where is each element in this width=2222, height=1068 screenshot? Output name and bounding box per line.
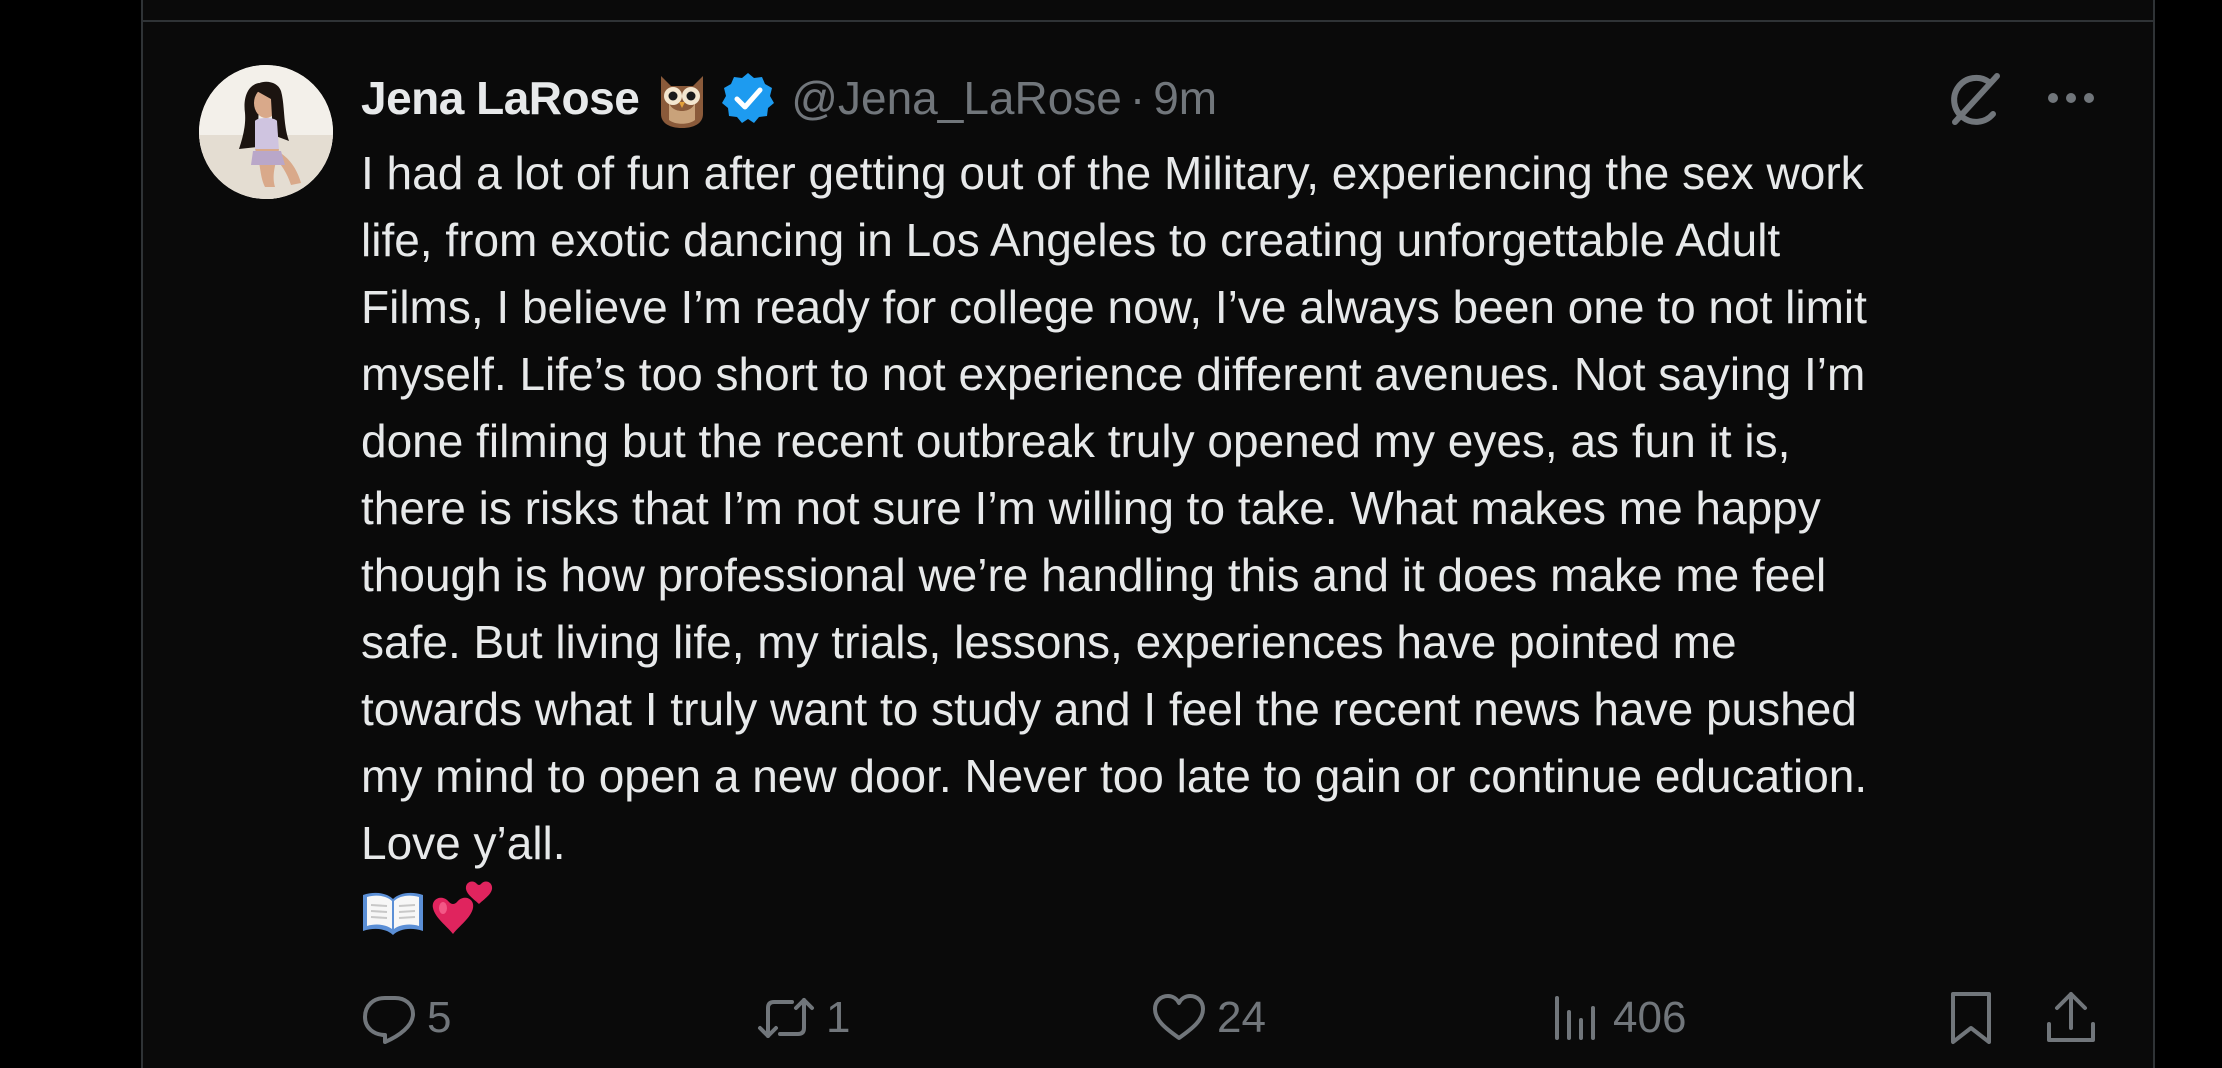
reply-count: 5: [427, 993, 452, 1042]
tweet-actions: 5 1 24 406: [143, 986, 2153, 1050]
share-icon: [2043, 988, 2099, 1048]
grok-icon[interactable]: [1945, 68, 2007, 130]
repost-count: 1: [826, 993, 851, 1042]
reply-button[interactable]: 5: [361, 986, 451, 1050]
view-count: 406: [1613, 993, 1687, 1042]
reply-icon: [361, 990, 417, 1046]
separator-dot: ·: [1129, 72, 1146, 124]
bookmark-button[interactable]: [1943, 986, 1999, 1050]
views-button[interactable]: 406: [1547, 986, 1686, 1050]
repost-button[interactable]: 1: [756, 986, 850, 1050]
verified-badge-icon[interactable]: [721, 71, 775, 125]
like-count: 24: [1217, 993, 1266, 1042]
handle[interactable]: @Jena_LaRose: [791, 71, 1122, 125]
owl-emoji: [655, 68, 709, 128]
views-icon: [1547, 990, 1603, 1046]
open-book-emoji: [361, 887, 425, 937]
repost-icon: [756, 990, 816, 1046]
more-icon[interactable]: [2043, 80, 2099, 116]
tweet-text: I had a lot of fun after getting out of …: [361, 147, 1868, 869]
timestamp[interactable]: 9m: [1153, 71, 1217, 125]
heart-icon: [1151, 990, 1207, 1046]
avatar-image: [199, 65, 333, 199]
timeline-column: Jena LaRose @Jena_LaRose · 9m I had a lo…: [141, 0, 2155, 1068]
bookmark-icon: [1943, 988, 1999, 1048]
avatar[interactable]: [199, 65, 333, 199]
like-button[interactable]: 24: [1151, 986, 1266, 1050]
divider: [143, 20, 2153, 22]
display-name[interactable]: Jena LaRose: [361, 71, 640, 125]
two-hearts-emoji: [431, 880, 497, 944]
tweet-header: Jena LaRose @Jena_LaRose · 9m: [361, 66, 1217, 130]
emoji-row: [361, 880, 497, 944]
share-button[interactable]: [2043, 986, 2099, 1050]
